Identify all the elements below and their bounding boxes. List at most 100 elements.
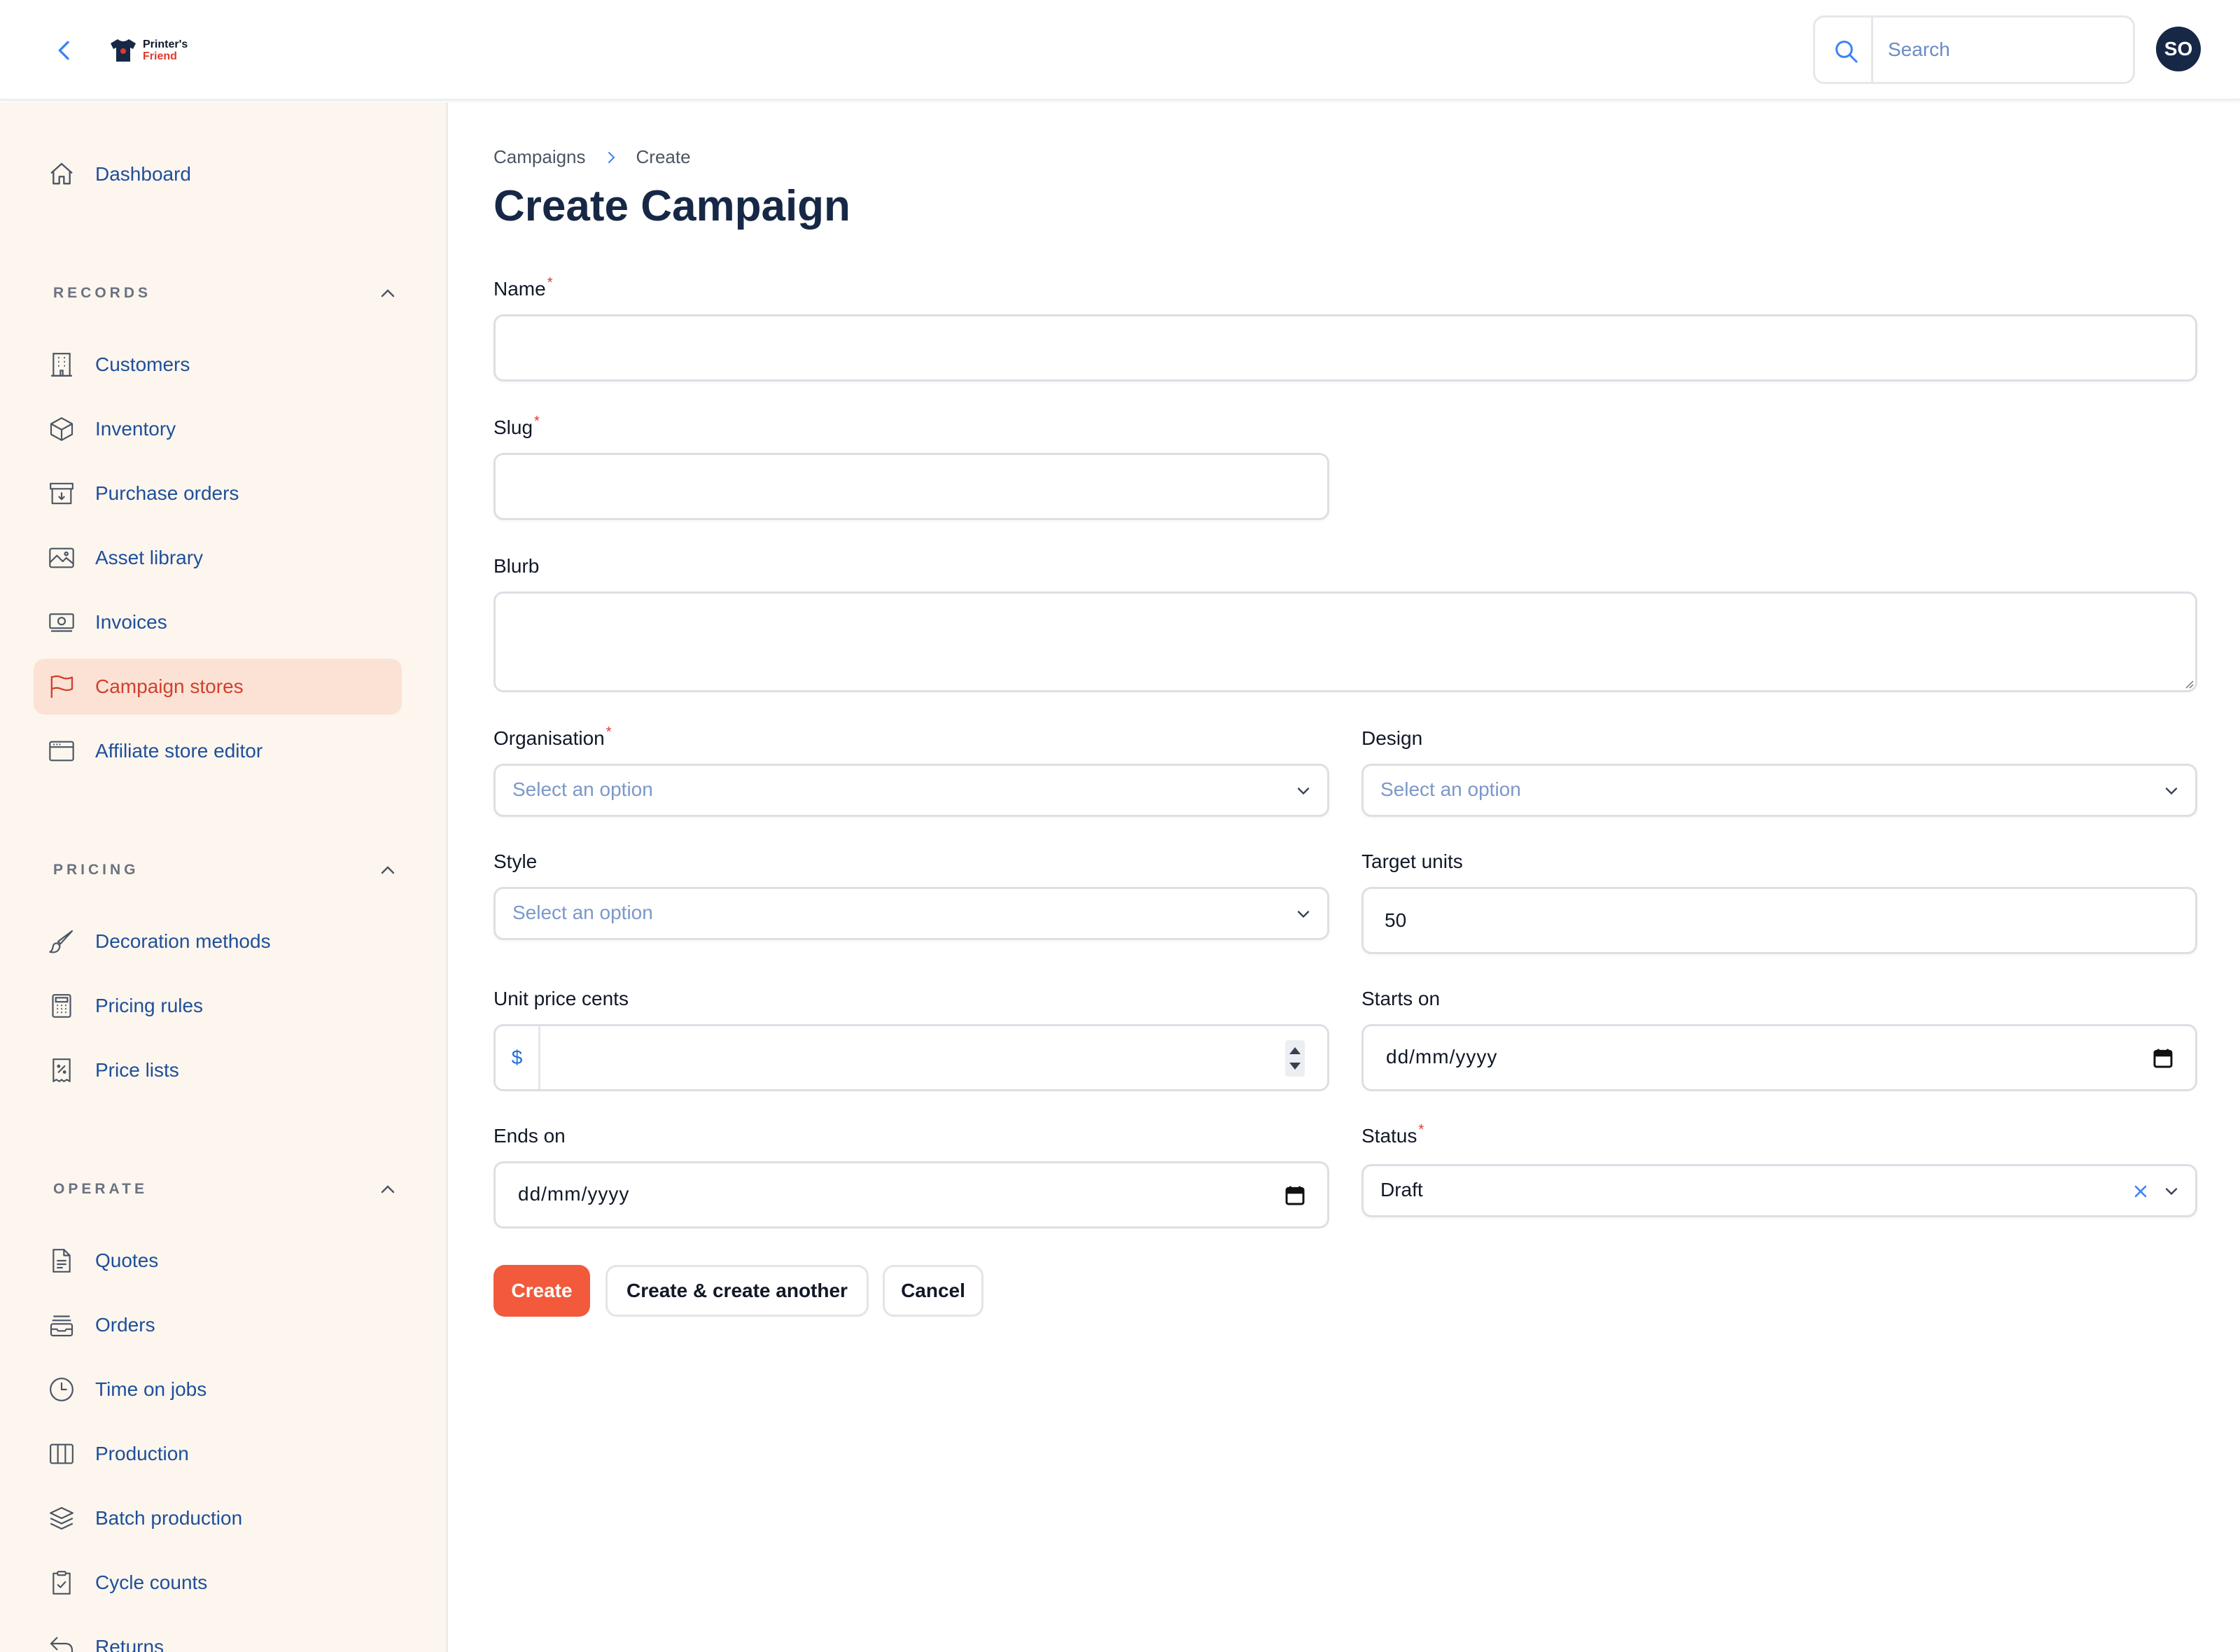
window-icon [49,741,74,762]
name-label: Name * [493,275,553,300]
sidebar-item-customers[interactable]: Customers [34,337,402,393]
style-select[interactable]: Select an option [493,887,1329,940]
paint-brush-icon [49,930,74,953]
unit-price-cents-label: Unit price cents [493,988,629,1009]
clipboard-check-icon [52,1571,71,1595]
name-input[interactable] [493,314,2197,382]
search-icon[interactable] [1832,37,1860,65]
ends-on-date-input[interactable]: dd/mm/yyyy [493,1161,1329,1228]
breadcrumb-current: Create [636,146,691,167]
design-label: Design [1362,727,1423,749]
organisation-label-text: Organisation [493,727,605,749]
ends-on-label: Ends on [493,1125,566,1147]
search-divider [1871,18,1873,82]
sidebar-item-orders[interactable]: Orders [34,1297,402,1353]
user-avatar[interactable]: SO [2156,27,2201,71]
status-label: Status * [1362,1122,1424,1147]
calendar-icon[interactable] [1284,1184,1306,1207]
sidebar-item-label: Dashboard [95,163,191,185]
section-label: PRICING [53,862,139,878]
inbox-stack-icon [50,1315,74,1337]
sidebar-item-production[interactable]: Production [34,1426,402,1482]
chevron-down-icon [2165,1188,2178,1196]
required-asterisk: * [606,724,612,740]
sidebar-item-inventory[interactable]: Inventory [34,401,402,457]
cancel-button[interactable]: Cancel [883,1265,983,1317]
style-label: Style [493,850,538,872]
sidebar-item-label: Pricing rules [95,995,204,1016]
organisation-label: Organisation * [493,724,612,750]
section-label: RECORDS [53,285,152,301]
sidebar-item-pricing-rules[interactable]: Pricing rules [34,978,402,1034]
starts-on-date-input[interactable]: dd/mm/yyyy [1362,1024,2197,1091]
chevron-up-icon[interactable] [377,859,399,881]
slug-input[interactable] [493,453,1329,520]
chevron-down-icon [1297,911,1310,918]
main-content: Campaigns Create Create Campaign Name * S… [450,103,2240,1652]
sidebar-item-label: Orders [95,1314,155,1336]
number-spinner-icon[interactable] [1285,1040,1305,1077]
target-units-input[interactable] [1362,887,2197,954]
archive-box-icon [50,482,74,505]
design-select[interactable]: Select an option [1362,764,2197,817]
clear-x-icon[interactable] [2131,1182,2150,1201]
sidebar-item-label: Inventory [95,418,176,440]
status-select-value: Draft [1380,1179,1423,1200]
section-label: OPERATE [53,1181,148,1197]
chevron-up-icon[interactable] [377,1178,399,1200]
create-another-button[interactable]: Create & create another [606,1265,869,1317]
building-icon [51,353,72,377]
chevron-down-icon [1297,788,1310,795]
status-select[interactable]: Draft [1362,1164,2197,1217]
sidebar-item-quotes[interactable]: Quotes [34,1233,402,1289]
sidebar-item-label: Affiliate store editor [95,740,263,762]
sidebar-item-affiliate-store-editor[interactable]: Affiliate store editor [34,723,402,779]
sidebar-item-purchase-orders[interactable]: Purchase orders [34,465,402,522]
sidebar-item-batch-production[interactable]: Batch production [34,1490,402,1546]
create-button[interactable]: Create [493,1265,590,1317]
sidebar-item-label: Purchase orders [95,482,239,504]
sidebar-item-label: Customers [95,354,190,375]
document-text-icon [52,1249,71,1273]
resize-grip-icon[interactable] [2180,676,2194,690]
unit-price-field: $ [493,1024,1329,1091]
target-units-label: Target units [1362,850,1463,872]
ends-on-value: dd/mm/yyyy [518,1183,630,1205]
sidebar-item-label: Quotes [95,1250,159,1271]
blurb-textarea[interactable] [493,592,2197,692]
banknotes-icon [49,613,74,632]
sidebar-item-dashboard[interactable]: Dashboard [34,146,402,202]
flag-icon [50,675,74,698]
sidebar-item-price-lists[interactable]: Price lists [34,1042,402,1098]
page-title: Create Campaign [493,182,850,230]
app-logo[interactable]: Printer's Friend [109,34,188,67]
sidebar-item-campaign-stores[interactable]: Campaign stores [34,659,402,715]
search-input[interactable] [1877,20,2124,79]
calendar-icon[interactable] [2152,1047,2174,1070]
logo-line-2: Friend [143,50,177,62]
section-operate-header: OPERATE [53,1175,403,1203]
section-pricing-header: PRICING [53,856,403,884]
style-select-value: Select an option [512,902,653,923]
view-columns-icon [50,1443,74,1464]
sidebar-item-returns[interactable]: Returns [34,1619,402,1652]
unit-price-cents-input[interactable] [542,1026,1277,1089]
chevron-up-icon[interactable] [377,282,399,304]
home-icon [50,162,73,185]
sidebar-item-label: Invoices [95,611,167,633]
sidebar-item-decoration-methods[interactable]: Decoration methods [34,913,402,969]
global-search [1813,15,2135,84]
sidebar-item-asset-library[interactable]: Asset library [34,530,402,586]
sidebar-item-invoices[interactable]: Invoices [34,594,402,650]
chevron-down-icon [2165,788,2178,795]
logo-line-1: Printer's [143,38,188,50]
slug-label-text: Slug [493,416,533,438]
sidebar-item-time-on-jobs[interactable]: Time on jobs [34,1362,402,1418]
breadcrumb-campaigns-link[interactable]: Campaigns [493,146,586,168]
sidebar: Dashboard RECORDS Customers Inventory Pu… [0,103,448,1652]
sidebar-item-label: Campaign stores [95,676,244,697]
back-arrow-icon[interactable] [50,36,78,64]
organisation-select[interactable]: Select an option [493,764,1329,817]
sidebar-item-cycle-counts[interactable]: Cycle counts [34,1555,402,1611]
status-label-text: Status [1362,1125,1418,1147]
